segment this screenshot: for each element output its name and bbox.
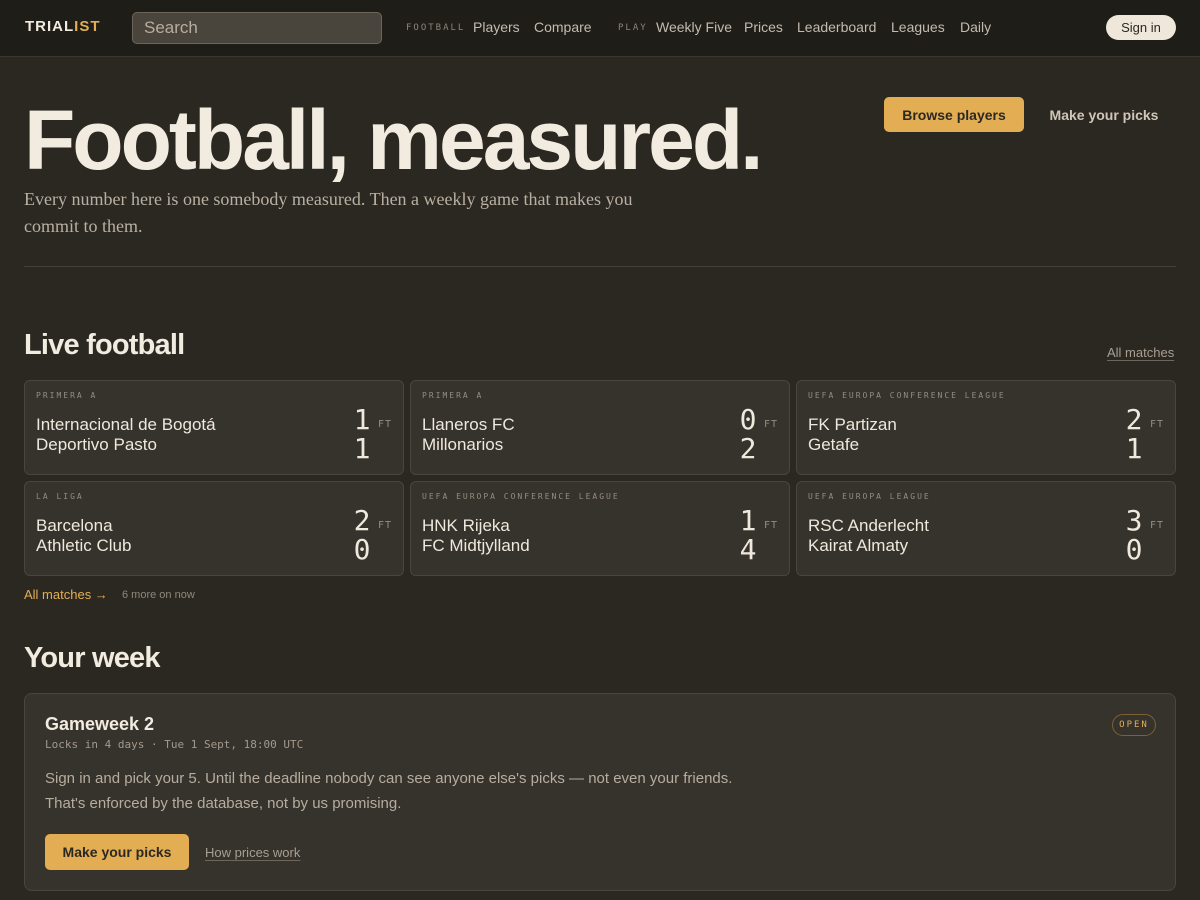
gameweek-title: Gameweek 2 [45, 714, 155, 734]
hero-subtitle: Every number here is one somebody measur… [24, 189, 633, 236]
hero-make-picks-button[interactable]: Make your picks [1040, 97, 1168, 132]
match-away-team: Kairat Almaty [808, 536, 909, 555]
match-status: FT [378, 419, 393, 430]
match-card[interactable]: UEFA EUROPA CONFERENCE LEAGUE FK Partiza… [796, 380, 1176, 475]
match-card[interactable]: UEFA EUROPA CONFERENCE LEAGUE HNK Rijeka… [410, 481, 790, 576]
more-on-now-count: 6 more on now [122, 589, 195, 601]
nav-group-football-label: FOOTBALL [406, 23, 466, 33]
match-away-score: 4 [739, 533, 757, 566]
match-card[interactable]: UEFA EUROPA LEAGUE RSC Anderlecht Kairat… [796, 481, 1176, 576]
nav-link-players[interactable]: Players [473, 19, 520, 35]
gameweek-description-line2: That's enforced by the database, not by … [45, 795, 402, 812]
gameweek-lock-time: Locks in 4 days · Tue 1 Sept, 18:00 UTC [45, 738, 304, 751]
match-status: FT [1150, 520, 1165, 531]
how-prices-work-link[interactable]: How prices work [205, 845, 300, 860]
match-status: FT [378, 520, 393, 531]
match-away-score: 2 [739, 432, 757, 465]
match-home-team: FK Partizan [808, 415, 897, 434]
match-home-team: Llaneros FC [422, 415, 515, 434]
match-away-score: 0 [353, 533, 371, 566]
match-away-team: Athletic Club [36, 536, 132, 555]
match-away-score: 0 [1125, 533, 1143, 566]
all-matches-link-top[interactable]: All matches [1107, 345, 1174, 360]
nav-link-weekly-five[interactable]: Weekly Five [656, 19, 732, 35]
nav-link-compare[interactable]: Compare [534, 19, 592, 35]
match-away-score: 1 [1125, 432, 1143, 465]
search-input[interactable] [132, 12, 382, 44]
match-competition: PRIMERA A [422, 391, 484, 400]
sign-in-button[interactable]: Sign in [1106, 15, 1176, 40]
nav-link-prices[interactable]: Prices [744, 19, 783, 35]
match-card[interactable]: PRIMERA A Internacional de Bogotá Deport… [24, 380, 404, 475]
match-home-team: HNK Rijeka [422, 516, 510, 535]
match-competition: LA LIGA [36, 492, 84, 501]
nav-link-daily[interactable]: Daily [960, 19, 991, 35]
top-nav: TRIALIST FOOTBALL Players Compare PLAY W… [0, 0, 1200, 57]
hero-divider [24, 266, 1176, 267]
match-card[interactable]: LA LIGA Barcelona Athletic Club 2 0 FT [24, 481, 404, 576]
live-football-title: Live football [24, 329, 185, 361]
status-badge: OPEN [1112, 714, 1156, 736]
hero-title: Football, measured. [24, 93, 763, 187]
your-week-title: Your week [24, 642, 161, 674]
match-status: FT [1150, 419, 1165, 430]
match-status: FT [764, 419, 779, 430]
nav-group-play-label: PLAY [618, 23, 648, 33]
logo-part-trial: TRIAL [25, 18, 75, 35]
match-away-team: Getafe [808, 435, 860, 454]
match-home-team: Internacional de Bogotá [36, 415, 216, 434]
match-competition: UEFA EUROPA CONFERENCE LEAGUE [808, 391, 1006, 400]
match-competition: PRIMERA A [36, 391, 98, 400]
match-home-team: RSC Anderlecht [808, 516, 929, 535]
gameweek-card: Gameweek 2 Locks in 4 days · Tue 1 Sept,… [24, 693, 1176, 891]
nav-link-leagues[interactable]: Leagues [891, 19, 945, 35]
logo[interactable]: TRIALIST [25, 18, 101, 35]
match-status: FT [764, 520, 779, 531]
match-home-team: Barcelona [36, 516, 113, 535]
make-picks-button[interactable]: Make your picks [45, 834, 189, 870]
browse-players-button[interactable]: Browse players [884, 97, 1024, 132]
all-matches-link-bottom[interactable]: All matches → [24, 587, 108, 602]
nav-link-leaderboard[interactable]: Leaderboard [797, 19, 876, 35]
match-away-team: FC Midtjylland [422, 536, 530, 555]
match-competition: UEFA EUROPA LEAGUE [808, 492, 931, 501]
match-away-team: Deportivo Pasto [36, 435, 157, 454]
logo-part-ist: IST [74, 18, 101, 35]
match-away-score: 1 [353, 432, 371, 465]
match-card[interactable]: PRIMERA A Llaneros FC Millonarios 0 2 FT [410, 380, 790, 475]
match-competition: UEFA EUROPA CONFERENCE LEAGUE [422, 492, 620, 501]
match-away-team: Millonarios [422, 435, 504, 454]
gameweek-description-line1: Sign in and pick your 5. Until the deadl… [45, 770, 733, 787]
